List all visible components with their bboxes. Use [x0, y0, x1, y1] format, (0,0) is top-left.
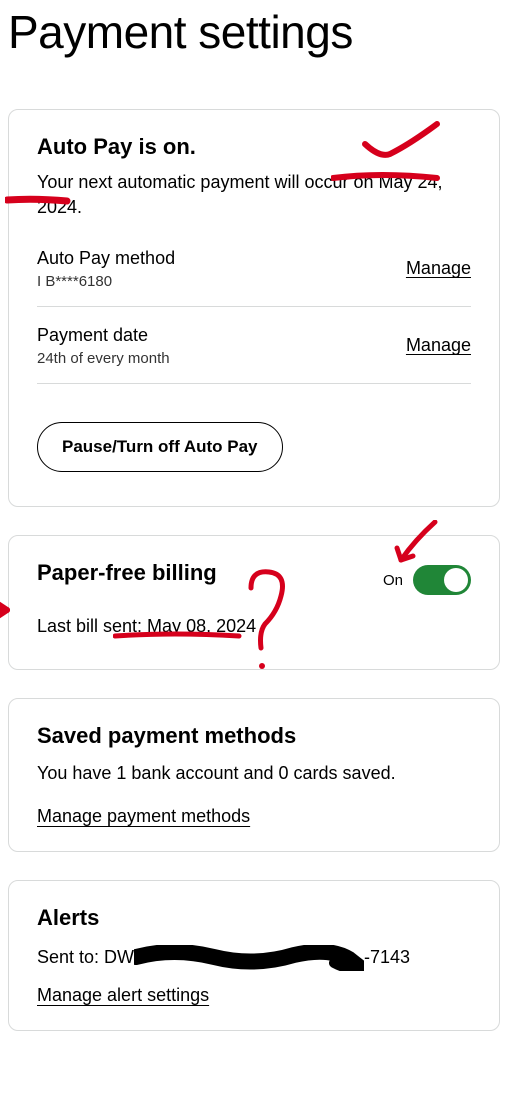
autopay-next-payment: Your next automatic payment will occur o… [37, 170, 471, 220]
autopay-date-label: Payment date [37, 325, 170, 346]
annotation-arrow-lastbill [0, 598, 13, 622]
paperfree-last-bill: Last bill sent: May 08, 2024 [37, 616, 471, 637]
alerts-title: Alerts [37, 905, 471, 931]
alerts-sent-to: Sent to: DW -7143 [37, 945, 471, 971]
autopay-title: Auto Pay is on. [37, 134, 471, 160]
autopay-date-value: 24th of every month [37, 350, 170, 367]
manage-payment-methods-link[interactable]: Manage payment methods [37, 806, 250, 827]
autopay-method-label: Auto Pay method [37, 248, 175, 269]
alerts-sent-prefix: Sent to: DW [37, 947, 134, 967]
alerts-sent-suffix: -7143 [364, 947, 410, 967]
autopay-method-value: I B****6180 [37, 273, 175, 290]
paperfree-title: Paper-free billing [37, 560, 217, 586]
autopay-card: Auto Pay is on. Your next automatic paym… [8, 109, 500, 507]
paperfree-toggle-label: On [383, 572, 403, 589]
manage-date-link[interactable]: Manage [406, 325, 471, 356]
redaction-scribble [134, 945, 364, 971]
manage-method-link[interactable]: Manage [406, 248, 471, 279]
autopay-date-row: Payment date 24th of every month Manage [37, 325, 471, 384]
paperfree-toggle[interactable] [413, 565, 471, 595]
saved-methods-card: Saved payment methods You have 1 bank ac… [8, 698, 500, 852]
paperfree-card: Paper-free billing On Last bill sent: Ma… [8, 535, 500, 670]
alerts-card: Alerts Sent to: DW -7143 Manage alert set… [8, 880, 500, 1031]
autopay-method-row: Auto Pay method I B****6180 Manage [37, 248, 471, 307]
saved-methods-title: Saved payment methods [37, 723, 471, 749]
manage-alert-settings-link[interactable]: Manage alert settings [37, 985, 209, 1006]
annotation-arrow-toggle [393, 520, 443, 564]
saved-methods-summary: You have 1 bank account and 0 cards save… [37, 763, 471, 784]
page-title: Payment settings [8, 5, 500, 59]
pause-autopay-button[interactable]: Pause/Turn off Auto Pay [37, 422, 283, 472]
